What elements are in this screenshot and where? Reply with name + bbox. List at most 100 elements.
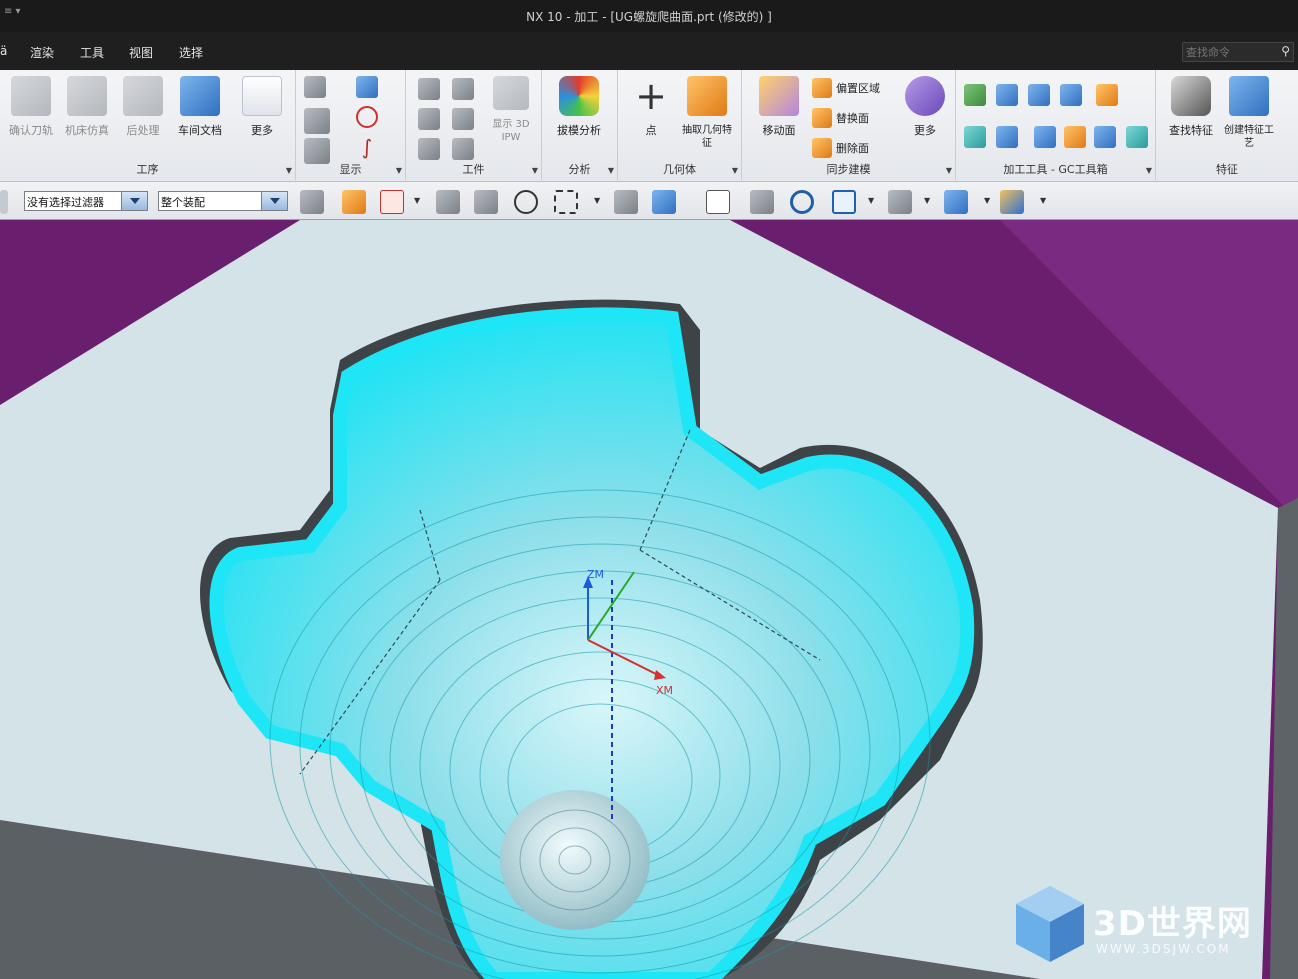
toolbar-grip[interactable] [0,190,8,214]
tool-icon-1[interactable] [964,84,986,106]
tool-icon-4[interactable] [1060,84,1082,106]
verify-toolpath-button[interactable]: 确认刀轨 [2,76,60,137]
fit-view-icon[interactable] [832,190,856,214]
workpiece-icon-3[interactable] [418,108,440,130]
show-3d-ipw-button[interactable]: 显示 3D IPW [482,76,540,144]
delete-face-label: 删除面 [836,142,869,155]
watermark-brand: 3D世界网 [1093,904,1252,944]
dropdown-arrow-icon[interactable]: ▼ [414,196,420,205]
snap-point-icon[interactable] [380,190,404,214]
graphics-viewport[interactable]: ZM XM [0,220,1298,979]
display-toggle-icon[interactable] [304,76,326,98]
group-label-machining-tools: 加工工具 - GC工具箱 [1003,163,1108,176]
menu-item-view[interactable]: 视图 [129,44,153,61]
display-2d-icon[interactable] [304,108,330,134]
process-more-button[interactable]: 更多 [233,76,291,137]
create-feature-process-button[interactable]: 创建特征工艺 [1220,76,1278,150]
curve-icon[interactable]: ∫ [356,136,378,158]
sync-more-label: 更多 [914,124,936,137]
view-orientation-icon[interactable] [944,190,968,214]
group-dropdown-icon[interactable]: ▼ [532,166,538,175]
menu-item-tools[interactable]: 工具 [80,44,104,61]
group-dropdown-icon[interactable]: ▼ [1146,166,1152,175]
target-icon[interactable] [356,106,378,128]
dropdown-arrow-icon[interactable]: ▼ [924,196,930,205]
hexagon-icon[interactable] [514,190,538,214]
offset-region-button[interactable]: 偏置区域 [812,76,880,100]
tool-icon-11[interactable] [1126,126,1148,148]
workpiece-icon-5[interactable] [418,138,440,160]
delete-face-button[interactable]: 删除面 [812,136,869,160]
menu-item-select[interactable]: 选择 [179,44,203,61]
pan-hand-icon[interactable] [750,190,774,214]
shading-icon[interactable] [888,190,912,214]
tool-icon-5[interactable] [1096,84,1118,106]
search-input[interactable] [1183,43,1273,61]
ribbon-group-sync-modeling: 移动面 偏置区域 替换面 删除面 更多 同步建模 ▼ [742,70,956,180]
draft-analysis-button[interactable]: 拔模分析 [550,76,608,137]
tool-icon-6[interactable] [964,126,986,148]
replace-face-icon [812,108,832,128]
workpiece-icon-2[interactable] [452,78,474,100]
menu-bar: ä 渲染 工具 视图 选择 ⚲ [0,32,1298,70]
shop-doc-button[interactable]: 车间文档 [171,76,229,137]
sync-more-button[interactable]: 更多 [896,76,954,137]
tool-icon-2[interactable] [996,84,1018,106]
orient-arrow-icon[interactable] [1000,190,1024,214]
tool-icon-9[interactable] [1064,126,1086,148]
extract-geometry-button[interactable]: 抽取几何特征 [678,76,736,150]
tool-icon-3[interactable] [1028,84,1050,106]
filter-icon[interactable] [342,190,366,214]
point-button[interactable]: + 点 [622,76,680,137]
dropdown-arrow-icon[interactable]: ▼ [1040,196,1046,205]
menu-item-render[interactable]: 渲染 [30,44,54,61]
model-view: ZM XM [0,220,1298,979]
rectangle-select-icon[interactable] [554,190,578,214]
group-dropdown-icon[interactable]: ▼ [286,166,292,175]
chevron-down-icon[interactable] [121,192,147,210]
machine-simulation-button[interactable]: 机床仿真 [58,76,116,137]
general-selection-icon[interactable] [300,190,324,214]
dropdown-arrow-icon[interactable]: ▼ [984,196,990,205]
ribbon-group-geometry: + 点 抽取几何特征 几何体 ▼ [618,70,742,180]
group-dropdown-icon[interactable]: ▼ [396,166,402,175]
workpiece-icon-1[interactable] [418,78,440,100]
tool-icon-8[interactable] [1034,126,1056,148]
point-on-curve-icon[interactable] [436,190,460,214]
ribbon-group-machining-tools: 加工工具 - GC工具箱 ▼ [956,70,1156,180]
postprocess-button[interactable]: 后处理 [114,76,172,137]
selection-scope-dropdown[interactable]: 整个装配 [158,191,288,211]
type-filter-dropdown[interactable]: 没有选择过滤器 [24,191,148,211]
replace-face-button[interactable]: 替换面 [812,106,869,130]
group-dropdown-icon[interactable]: ▼ [732,166,738,175]
ribbon: 确认刀轨 机床仿真 后处理 车间文档 更多 工序 ▼ ∫ 显示 ▼ 显示 3D … [0,70,1298,182]
group-dropdown-icon[interactable]: ▼ [946,166,952,175]
workpiece-icon-6[interactable] [452,138,474,160]
shop-doc-label: 车间文档 [178,124,222,137]
group-label-geometry: 几何体 [663,163,696,176]
cube-icon[interactable] [652,190,676,214]
more-icon [242,76,282,116]
point-plus-icon: + [635,74,667,118]
find-feature-button[interactable]: 查找特征 [1162,76,1220,137]
dropdown-arrow-icon[interactable]: ▼ [868,196,874,205]
chevron-down-icon[interactable] [261,192,287,210]
axis-label-xm: XM [656,684,673,697]
search-icon[interactable]: ⚲ [1281,44,1290,58]
block-icon[interactable] [614,190,638,214]
display-window-icon[interactable] [356,76,378,98]
group-dropdown-icon[interactable]: ▼ [608,166,614,175]
window-title: NX 10 - 加工 - [UG螺旋爬曲面.prt (修改的) ] [526,10,772,24]
tool-icon-10[interactable] [1094,126,1116,148]
command-search[interactable]: ⚲ [1182,42,1294,62]
rotate-icon[interactable] [790,190,814,214]
create-feature-process-icon [1229,76,1269,116]
workpiece-icon-4[interactable] [452,108,474,130]
process-more-label: 更多 [251,124,273,137]
dropdown-arrow-icon[interactable]: ▼ [594,196,600,205]
tool-icon-7[interactable] [996,126,1018,148]
multi-select-icon[interactable] [474,190,498,214]
zoom-window-icon[interactable] [706,190,730,214]
menu-item-clipped[interactable]: ä [0,44,7,58]
move-face-button[interactable]: 移动面 [750,76,808,137]
